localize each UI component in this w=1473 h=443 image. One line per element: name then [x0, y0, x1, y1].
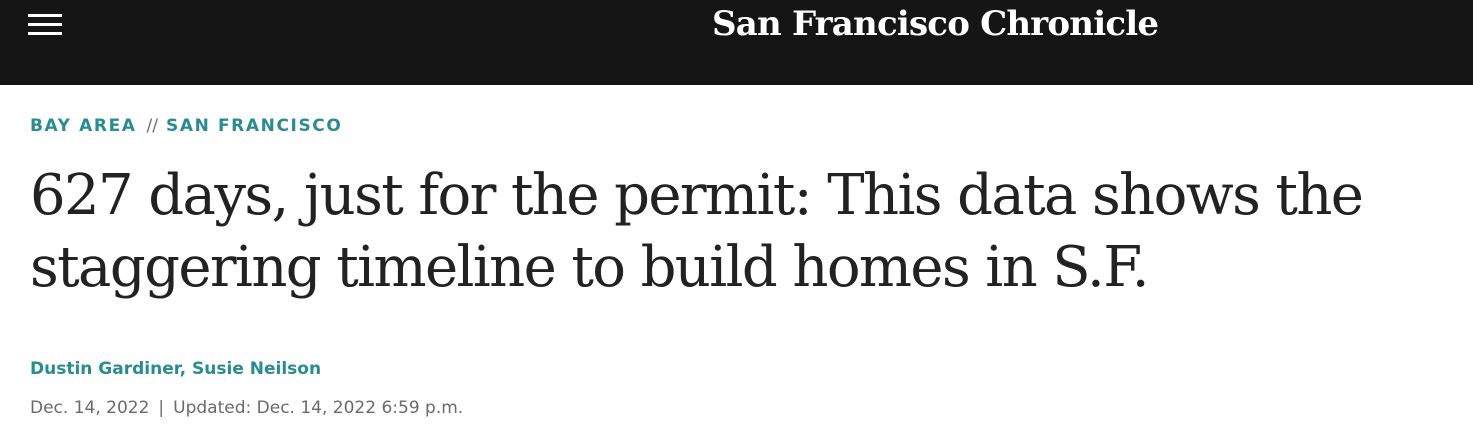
masthead-logo[interactable]: San Francisco Chronicle — [712, 2, 1159, 46]
breadcrumb-bay-area[interactable]: BAY AREA — [30, 116, 137, 136]
byline: Dustin Gardiner, Susie Neilson — [30, 359, 321, 379]
menu-line — [28, 32, 62, 35]
breadcrumb: BAY AREA // SAN FRANCISCO — [30, 116, 342, 136]
article-dates: Dec. 14, 2022 | Updated: Dec. 14, 2022 6:5… — [30, 398, 463, 418]
published-date: Dec. 14, 2022 — [30, 398, 150, 418]
site-header: San Francisco Chronicle — [0, 0, 1473, 85]
author-link-dustin-gardiner[interactable]: Dustin Gardiner — [30, 359, 180, 379]
breadcrumb-separator: // — [146, 116, 159, 136]
breadcrumb-san-francisco[interactable]: SAN FRANCISCO — [166, 116, 342, 136]
author-link-susie-neilson[interactable]: Susie Neilson — [192, 359, 321, 379]
menu-line — [28, 23, 62, 26]
date-divider: | — [158, 398, 165, 418]
author-joiner: , — [179, 359, 193, 379]
updated-date: Updated: Dec. 14, 2022 6:59 p.m. — [173, 398, 464, 418]
page-title: 627 days, just for the permit: This data… — [30, 163, 1364, 300]
menu-line — [28, 14, 62, 17]
hamburger-menu-icon[interactable] — [24, 10, 68, 40]
